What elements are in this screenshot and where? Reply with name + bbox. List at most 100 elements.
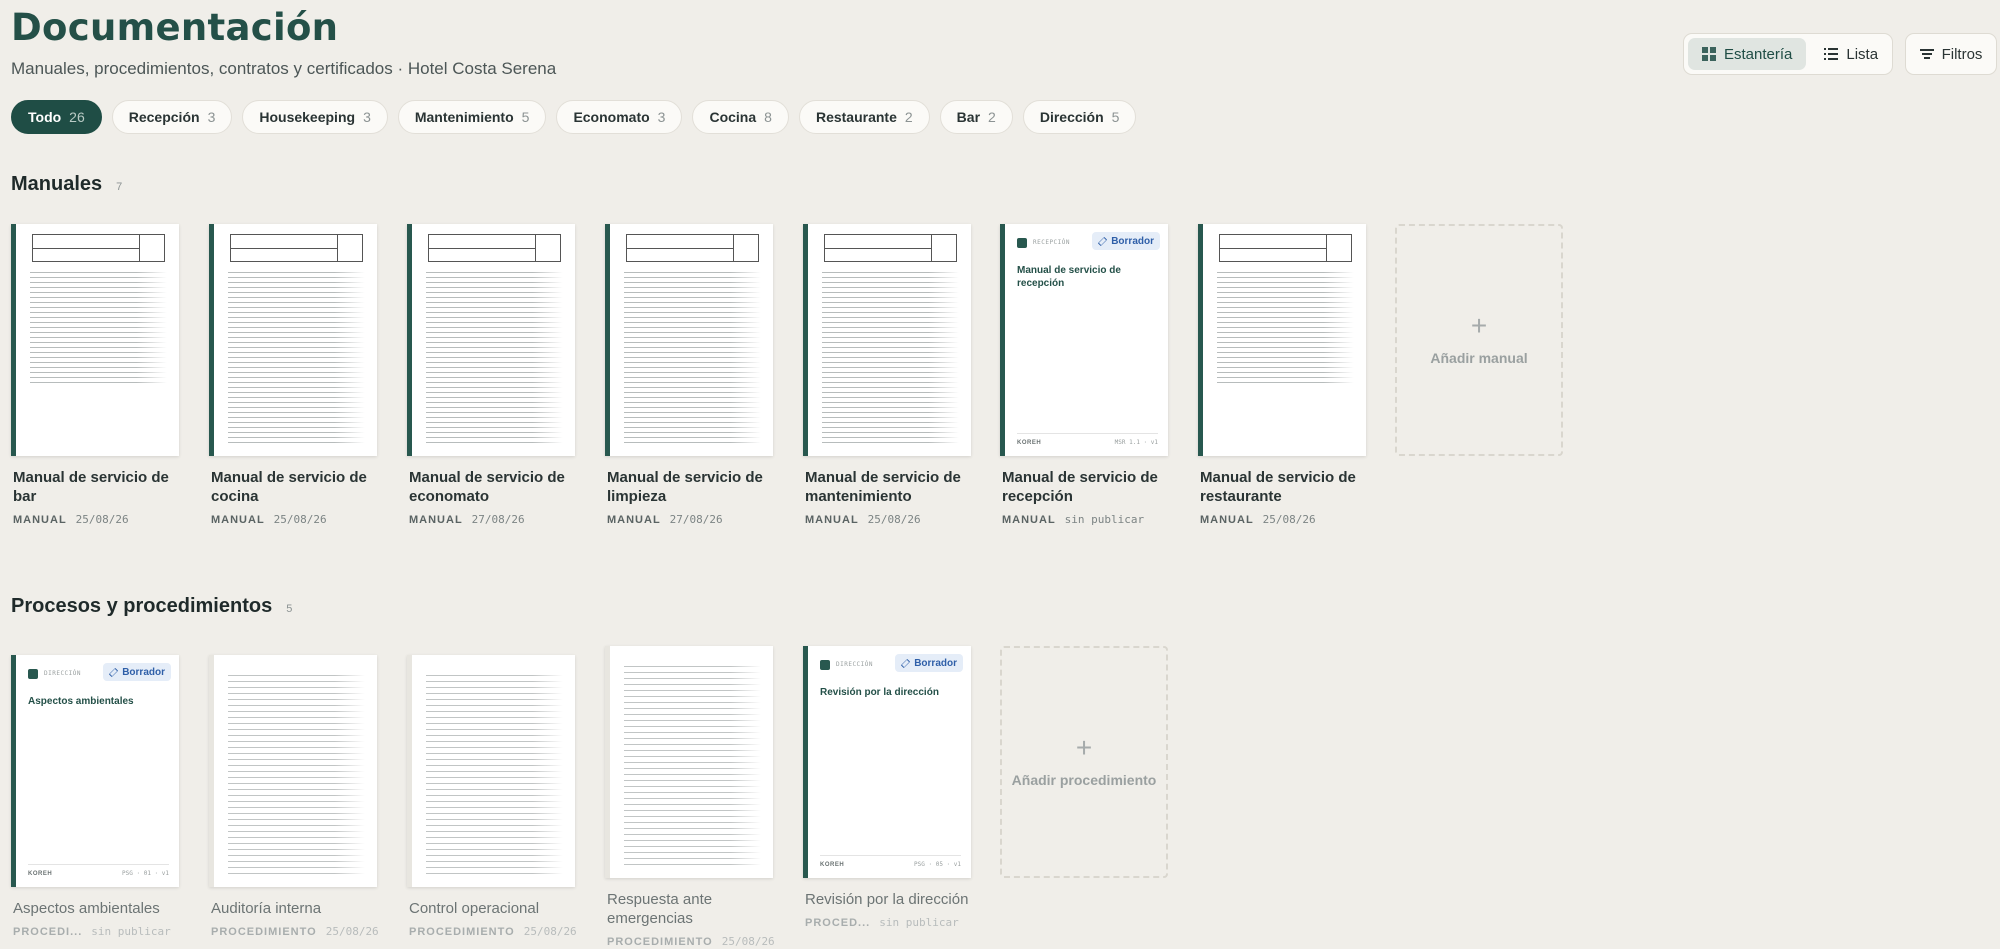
draft-code: PSG · 01 · v1 xyxy=(122,870,169,877)
card-type: PROCEDI... xyxy=(13,926,83,938)
card-date: 25/08/26 xyxy=(1262,513,1316,526)
chip-count: 3 xyxy=(363,109,371,125)
pencil-icon xyxy=(1098,236,1108,246)
card-type: PROCEDIMIENTO xyxy=(409,926,515,938)
manual-card-cocina[interactable]: Manual de servicio de cocina MANUAL 25/08… xyxy=(209,224,377,526)
draft-badge-label: Borrador xyxy=(1111,235,1154,247)
card-title: Revisión por la dirección xyxy=(805,891,969,908)
chip-label: Todo xyxy=(28,109,62,125)
section-title-text: Procesos y procedimientos xyxy=(11,595,273,617)
procedure-card-auditoria-interna[interactable]: Auditoría interna PROCEDIMIENTO 25/08/26 xyxy=(209,655,379,938)
page-title: Documentación xyxy=(11,6,339,49)
card-type: PROCED... xyxy=(805,917,871,929)
draft-cover-title: Aspectos ambientales xyxy=(28,696,134,707)
section-count: 7 xyxy=(116,181,123,193)
card-date: 25/08/26 xyxy=(273,513,327,526)
chip-direccion[interactable]: Dirección 5 xyxy=(1022,100,1137,134)
filters-label: Filtros xyxy=(1941,45,1983,63)
chip-label: Bar xyxy=(956,109,981,125)
card-type: PROCEDIMIENTO xyxy=(211,926,317,938)
document-thumbnail xyxy=(1198,224,1366,456)
chip-label: Restaurante xyxy=(815,109,897,125)
manual-card-limpieza[interactable]: Manual de servicio de limpieza MANUAL 27/… xyxy=(605,224,773,526)
filters-button[interactable]: Filtros xyxy=(1905,33,1997,75)
draft-code: MSR 1.1 · v1 xyxy=(1114,439,1158,446)
add-procedure-label: Añadir procedimiento xyxy=(1011,772,1157,788)
card-title: Manual de servicio de limpieza xyxy=(607,469,763,505)
procedure-card-control-operacional[interactable]: Control operacional PROCEDIMIENTO 25/08/2… xyxy=(407,655,577,938)
chip-restaurante[interactable]: Restaurante 2 xyxy=(798,100,930,134)
manual-card-recepcion[interactable]: RECEPCIÓN Borrador Manual de servicio de… xyxy=(1000,224,1168,526)
card-date: 25/08/26 xyxy=(325,925,379,938)
page-header: Documentación Manuales, procedimientos, … xyxy=(11,6,556,79)
chip-count: 2 xyxy=(904,109,913,125)
procedure-card-revision-direccion[interactable]: DIRECCIÓN Borrador Revisión por la direc… xyxy=(803,646,971,929)
add-manual-button[interactable]: + Añadir manual xyxy=(1395,224,1563,456)
card-title: Manual de servicio de recepción xyxy=(1002,469,1158,505)
chip-bar[interactable]: Bar 2 xyxy=(939,100,1013,134)
grid-icon xyxy=(1702,47,1716,61)
card-date: sin publicar xyxy=(91,925,171,938)
card-date: sin publicar xyxy=(1064,513,1145,526)
manual-card-economato[interactable]: Manual de servicio de economato MANUAL 27… xyxy=(407,224,575,526)
card-title: Manual de servicio de mantenimiento xyxy=(805,469,961,505)
card-title: Manual de servicio de economato xyxy=(409,469,565,505)
card-title: Manual de servicio de cocina xyxy=(211,469,367,505)
procedure-card-respuesta-emergencias[interactable]: Respuesta ante emergencias PROCEDIMIENTO… xyxy=(605,646,775,948)
document-thumbnail xyxy=(803,224,971,456)
procedures-section-title: Procesos y procedimientos 5 xyxy=(11,595,292,618)
plus-icon: + xyxy=(1075,732,1093,763)
document-thumbnail xyxy=(407,655,575,887)
chip-count: 5 xyxy=(521,109,530,125)
card-title: Control operacional xyxy=(409,900,540,917)
chip-count: 8 xyxy=(764,109,772,125)
card-type: PROCEDIMIENTO xyxy=(607,936,713,948)
plus-icon: + xyxy=(1470,310,1488,341)
card-title: Aspectos ambientales xyxy=(13,900,160,917)
draft-badge: Borrador xyxy=(1092,232,1160,250)
manual-card-bar[interactable]: Manual de servicio de bar MANUAL 25/08/26 xyxy=(11,224,179,526)
chip-label: Housekeeping xyxy=(259,109,356,125)
card-type: MANUAL xyxy=(409,514,463,526)
card-title: Respuesta ante emergencias xyxy=(607,891,713,927)
chip-count: 3 xyxy=(657,109,666,125)
document-thumbnail xyxy=(209,655,377,887)
manual-card-mantenimiento[interactable]: Manual de servicio de mantenimiento MANU… xyxy=(803,224,971,526)
card-type: MANUAL xyxy=(1002,514,1056,526)
card-date: 25/08/26 xyxy=(721,935,775,948)
card-title: Auditoría interna xyxy=(211,900,322,917)
draft-badge-label: Borrador xyxy=(914,657,957,669)
draft-area: DIRECCIÓN xyxy=(44,670,82,677)
chip-cocina[interactable]: Cocina 8 xyxy=(692,100,789,134)
draft-thumbnail: RECEPCIÓN Borrador Manual de servicio de… xyxy=(1000,224,1168,456)
add-procedure-button[interactable]: + Añadir procedimiento xyxy=(1000,646,1168,878)
document-thumbnail xyxy=(407,224,575,456)
filter-icon xyxy=(1919,47,1934,61)
chip-mantenimiento[interactable]: Mantenimiento 5 xyxy=(397,100,547,134)
chip-economato[interactable]: Economato 3 xyxy=(556,100,683,134)
card-type: MANUAL xyxy=(211,514,265,526)
chip-count: 3 xyxy=(207,109,216,125)
list-view-label: Lista xyxy=(1846,45,1879,63)
manual-card-restaurante[interactable]: Manual de servicio de restaurante MANUAL… xyxy=(1198,224,1366,526)
section-count: 5 xyxy=(286,603,293,615)
chip-label: Mantenimiento xyxy=(414,109,514,125)
draft-cover-title: Manual de servicio de recepción xyxy=(1017,265,1121,289)
card-date: 25/08/26 xyxy=(867,513,921,526)
list-view-button[interactable]: Lista xyxy=(1810,38,1892,70)
chip-housekeeping[interactable]: Housekeeping 3 xyxy=(242,100,388,134)
pencil-icon xyxy=(901,658,911,668)
chip-label: Cocina xyxy=(709,109,757,125)
chip-label: Recepción xyxy=(128,109,200,125)
logo-icon xyxy=(820,660,830,670)
procedure-card-aspectos-ambientales[interactable]: DIRECCIÓN Borrador Aspectos ambientales … xyxy=(11,655,179,938)
shelf-view-button[interactable]: Estantería xyxy=(1688,38,1807,70)
document-thumbnail xyxy=(605,646,773,878)
draft-code: PSG · 05 · v1 xyxy=(914,861,961,868)
view-toggle: Estantería Lista xyxy=(1683,33,1893,75)
chip-recepcion[interactable]: Recepción 3 xyxy=(111,100,233,134)
draft-brand: KOREH xyxy=(820,862,845,868)
document-thumbnail xyxy=(11,224,179,456)
chip-todo[interactable]: Todo 26 xyxy=(11,100,102,134)
pencil-icon xyxy=(109,667,119,677)
